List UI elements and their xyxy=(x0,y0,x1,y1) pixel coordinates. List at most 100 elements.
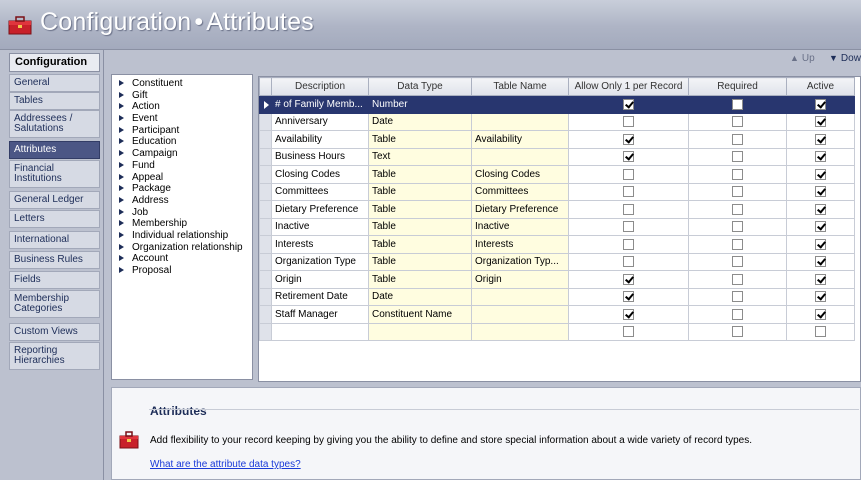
table-row[interactable]: Origin Table Origin xyxy=(259,270,855,289)
expand-arrow-icon[interactable] xyxy=(119,126,124,133)
row-selector[interactable] xyxy=(259,165,272,184)
data-type-cell[interactable]: Table xyxy=(368,165,472,184)
tree-item[interactable]: Fund xyxy=(112,160,252,172)
tree-item[interactable]: Appeal xyxy=(112,172,252,184)
data-type-cell[interactable]: Table xyxy=(368,182,472,201)
description-cell[interactable]: Inactive xyxy=(271,217,369,236)
nav-item-financial-institutions[interactable]: Financial Institutions xyxy=(9,160,100,188)
required-checkbox[interactable] xyxy=(732,221,743,233)
description-cell[interactable]: Committees xyxy=(271,182,369,201)
tree-item[interactable]: Proposal xyxy=(112,265,252,277)
table-row[interactable]: Anniversary Date xyxy=(259,112,855,131)
data-type-cell[interactable] xyxy=(368,322,472,341)
active-checkbox[interactable] xyxy=(815,98,826,110)
table-name-cell[interactable]: Interests xyxy=(471,235,569,254)
table-name-cell[interactable]: Availability xyxy=(471,130,569,149)
required-checkbox[interactable] xyxy=(732,151,743,163)
tree-item[interactable]: Campaign xyxy=(112,148,252,160)
row-selector[interactable] xyxy=(259,95,272,114)
tree-item[interactable]: Organization relationship xyxy=(112,242,252,254)
required-checkbox[interactable] xyxy=(732,273,743,285)
nav-item-attributes[interactable]: Attributes xyxy=(9,141,100,159)
allow-one-checkbox[interactable] xyxy=(623,308,634,320)
down-button[interactable]: ▼ Dow xyxy=(829,53,861,64)
description-cell[interactable] xyxy=(271,322,369,341)
table-row[interactable]: Retirement Date Date xyxy=(259,287,855,306)
description-cell[interactable]: Staff Manager xyxy=(271,305,369,324)
active-checkbox[interactable] xyxy=(815,326,826,338)
nav-item-addressees[interactable]: Addressees / Salutations xyxy=(9,110,100,138)
expand-arrow-icon[interactable] xyxy=(119,115,124,122)
tree-item[interactable]: Gift xyxy=(112,90,252,102)
table-name-cell[interactable]: Closing Codes xyxy=(471,165,569,184)
expand-arrow-icon[interactable] xyxy=(119,173,124,180)
nav-item-international[interactable]: International xyxy=(9,231,100,249)
required-checkbox[interactable] xyxy=(732,116,743,128)
tree-item[interactable]: Account xyxy=(112,253,252,265)
nav-item-membership-categories[interactable]: Membership Categories xyxy=(9,290,100,318)
up-button[interactable]: ▲ Up xyxy=(790,53,815,64)
row-selector[interactable] xyxy=(259,270,272,289)
active-checkbox[interactable] xyxy=(815,291,826,303)
expand-arrow-icon[interactable] xyxy=(119,220,124,227)
nav-item-letters[interactable]: Letters xyxy=(9,210,100,228)
row-selector[interactable] xyxy=(259,200,272,219)
active-checkbox[interactable] xyxy=(815,133,826,145)
active-checkbox[interactable] xyxy=(815,168,826,180)
table-name-cell[interactable]: Inactive xyxy=(471,217,569,236)
allow-one-checkbox[interactable] xyxy=(623,168,634,180)
active-checkbox[interactable] xyxy=(815,221,826,233)
table-name-cell[interactable] xyxy=(471,322,569,341)
expand-arrow-icon[interactable] xyxy=(119,138,124,145)
nav-item-business-rules[interactable]: Business Rules xyxy=(9,251,100,269)
data-type-cell[interactable]: Number xyxy=(368,95,472,114)
description-cell[interactable]: Availability xyxy=(271,130,369,149)
tree-item[interactable]: Job xyxy=(112,207,252,219)
nav-item-custom-views[interactable]: Custom Views xyxy=(9,323,100,341)
required-checkbox[interactable] xyxy=(732,291,743,303)
table-row[interactable]: Availability Table Availability xyxy=(259,130,855,149)
row-selector[interactable] xyxy=(259,182,272,201)
row-selector[interactable] xyxy=(259,287,272,306)
tree-item[interactable]: Individual relationship xyxy=(112,230,252,242)
data-type-cell[interactable]: Table xyxy=(368,217,472,236)
table-name-cell[interactable]: Origin xyxy=(471,270,569,289)
table-name-cell[interactable] xyxy=(471,95,569,114)
expand-arrow-icon[interactable] xyxy=(119,150,124,157)
required-checkbox[interactable] xyxy=(732,98,743,110)
table-name-cell[interactable]: Organization Typ... xyxy=(471,252,569,271)
table-row[interactable]: Staff Manager Constituent Name xyxy=(259,305,855,324)
table-name-cell[interactable]: Committees xyxy=(471,182,569,201)
allow-one-checkbox[interactable] xyxy=(623,151,634,163)
row-selector[interactable] xyxy=(259,130,272,149)
table-row[interactable]: Interests Table Interests xyxy=(259,235,855,254)
required-checkbox[interactable] xyxy=(732,203,743,215)
data-type-cell[interactable]: Date xyxy=(368,112,472,131)
data-type-cell[interactable]: Date xyxy=(368,287,472,306)
row-selector[interactable] xyxy=(259,217,272,236)
required-checkbox[interactable] xyxy=(732,168,743,180)
tree-item[interactable]: Address xyxy=(112,195,252,207)
description-cell[interactable]: Retirement Date xyxy=(271,287,369,306)
expand-arrow-icon[interactable] xyxy=(119,243,124,250)
allow-one-checkbox[interactable] xyxy=(623,98,634,110)
required-checkbox[interactable] xyxy=(732,133,743,145)
required-checkbox[interactable] xyxy=(732,186,743,198)
description-cell[interactable]: # of Family Memb... xyxy=(271,95,369,114)
table-row[interactable]: Inactive Table Inactive xyxy=(259,217,855,236)
nav-item-reporting-hierarchies[interactable]: Reporting Hierarchies xyxy=(9,342,100,370)
row-selector[interactable] xyxy=(259,112,272,131)
expand-arrow-icon[interactable] xyxy=(119,208,124,215)
expand-arrow-icon[interactable] xyxy=(119,267,124,273)
description-cell[interactable]: Anniversary xyxy=(271,112,369,131)
required-checkbox[interactable] xyxy=(732,308,743,320)
allow-one-checkbox[interactable] xyxy=(623,273,634,285)
column-header-data-type[interactable]: Data Type xyxy=(368,77,472,96)
table-name-cell[interactable] xyxy=(471,147,569,166)
table-row[interactable]: Business Hours Text xyxy=(259,147,855,166)
data-type-cell[interactable]: Text xyxy=(368,147,472,166)
tree-item[interactable]: Participant xyxy=(112,125,252,137)
description-cell[interactable]: Interests xyxy=(271,235,369,254)
allow-one-checkbox[interactable] xyxy=(623,133,634,145)
expand-arrow-icon[interactable] xyxy=(119,103,124,110)
